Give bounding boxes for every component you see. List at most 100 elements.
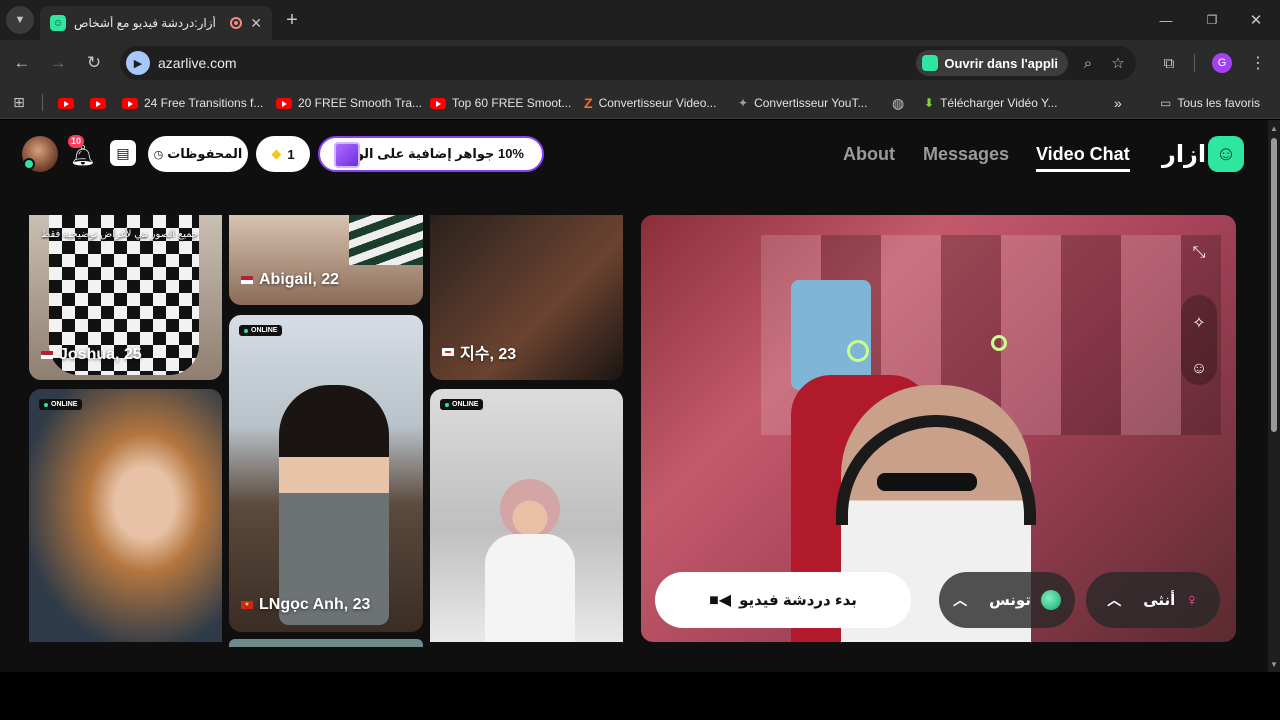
- gender-label: أنثى: [1143, 592, 1176, 609]
- bookmark-item[interactable]: ✦ Convertisseur YouT...: [738, 94, 867, 112]
- scroll-down-arrow[interactable]: ▼: [1268, 658, 1280, 670]
- youtube-icon: [90, 97, 106, 109]
- profile-card-joshua[interactable]: جميع الصور هي لأغراض توضيحية فقط Joshua,…: [29, 215, 222, 380]
- azar-app-icon: [922, 55, 939, 71]
- active-tab[interactable]: ☺ أزار:دردشة فيديو مع أشخاص ✕: [40, 6, 272, 40]
- extensions-icon[interactable]: ⧉: [1158, 52, 1180, 74]
- profile-card-jisu[interactable]: 지수, 23: [430, 215, 623, 380]
- profile-card-abigail[interactable]: Abigail, 22: [229, 215, 423, 305]
- tab-list-button[interactable]: ▼: [6, 6, 34, 34]
- disclaimer-text: جميع الصور هي لأغراض توضيحية فقط: [41, 229, 199, 240]
- profile-card-online-1[interactable]: ONLINE: [29, 389, 222, 642]
- open-in-app-label: Ouvrir dans l'appli: [944, 55, 1058, 71]
- new-tab-button[interactable]: +: [282, 8, 302, 32]
- bookmark-item[interactable]: 24 Free Transitions f...: [122, 94, 263, 112]
- online-badge: ONLINE: [440, 399, 484, 410]
- bookmark-youtube-1[interactable]: [58, 94, 80, 112]
- jersey-poster: [791, 280, 871, 390]
- notification-count-badge: 10: [68, 135, 85, 148]
- card-name: Abigail, 22: [241, 271, 339, 289]
- menu-icon[interactable]: ⋮: [1248, 52, 1268, 74]
- zoom-icon[interactable]: ⌕: [1078, 53, 1098, 73]
- reload-button[interactable]: ↻: [82, 51, 106, 75]
- online-badge: ONLINE: [39, 399, 83, 410]
- page-scrollbar[interactable]: ▲ ▼: [1268, 120, 1280, 672]
- gem-icon: ◆: [271, 146, 282, 161]
- url-text: azarlive.com: [158, 55, 237, 71]
- profile-card-peek[interactable]: [229, 639, 423, 647]
- globe-icon: ◍: [892, 94, 905, 111]
- nav-about[interactable]: About: [843, 144, 895, 165]
- browser-tab-bar: ▼ ☺ أزار:دردشة فيديو مع أشخاص ✕ + — ❐ ✕: [0, 0, 1280, 40]
- us-flag-icon: [41, 351, 53, 359]
- inbox-icon[interactable]: ▤: [110, 140, 136, 166]
- start-video-chat-label: بدء دردشة فيديو: [739, 592, 857, 609]
- youtube-icon: [122, 97, 138, 109]
- bookmark-label: 24 Free Transitions f...: [144, 96, 264, 110]
- bookmark-item[interactable]: Top 60 FREE Smoot...: [430, 94, 571, 112]
- saved-button[interactable]: ◷ المحفوظات: [148, 136, 248, 172]
- youtube-icon: [58, 97, 74, 109]
- apps-grid-icon[interactable]: ⊞: [10, 93, 28, 111]
- profile-card-ngoc-anh[interactable]: ONLINE ★ LNgọc Anh, 23: [229, 315, 423, 632]
- close-tab-icon[interactable]: ✕: [250, 15, 262, 32]
- country-filter-button[interactable]: ︿ تونس: [939, 572, 1075, 628]
- person-photo: [500, 479, 560, 539]
- youtube-icon: [276, 97, 292, 109]
- bookmark-star-icon[interactable]: ☆: [1108, 53, 1128, 73]
- ring-light-left: [847, 340, 869, 362]
- female-symbol-icon: ♀: [1185, 589, 1199, 610]
- profile-card-online-2[interactable]: ONLINE: [430, 389, 623, 642]
- restore-button[interactable]: ❐: [1202, 10, 1222, 30]
- striped-top: [349, 215, 423, 265]
- card-name: 지수, 23: [442, 340, 516, 364]
- recording-icon: [230, 17, 243, 29]
- gems-button[interactable]: ◆ 1: [256, 136, 310, 172]
- chevron-up-icon: ︿: [953, 592, 968, 608]
- folder-icon: ▭: [1160, 96, 1172, 110]
- start-video-chat-button[interactable]: ■◀ بدء دردشة فيديو: [655, 572, 911, 628]
- all-bookmarks-folder[interactable]: ▭ Tous les favoris: [1160, 94, 1260, 112]
- azar-logo-icon[interactable]: ☺: [1208, 136, 1244, 172]
- close-window-button[interactable]: ✕: [1246, 10, 1266, 30]
- magic-wand-icon[interactable]: ✧: [1187, 311, 1211, 335]
- minimize-button[interactable]: —: [1156, 10, 1176, 30]
- bookmark-youtube-2[interactable]: [90, 94, 112, 112]
- bookmark-label: Télécharger Vidéo Y...: [940, 96, 1058, 110]
- bookmark-label: Tous les favoris: [1177, 96, 1261, 110]
- bookmarks-divider: [42, 94, 43, 111]
- vn-flag-icon: ★: [241, 601, 253, 609]
- profile-avatar[interactable]: G: [1212, 53, 1232, 73]
- forward-button[interactable]: →: [46, 51, 70, 75]
- azar-logo-text[interactable]: ازار: [1162, 140, 1206, 169]
- gems-count: 1: [287, 146, 295, 162]
- youtube-icon: [430, 97, 446, 109]
- bookmark-item[interactable]: 20 FREE Smooth Tra...: [276, 94, 422, 112]
- open-in-app-button[interactable]: Ouvrir dans l'appli: [916, 50, 1068, 76]
- nav-messages[interactable]: Messages: [923, 144, 1009, 165]
- card-name: ★ LNgọc Anh, 23: [241, 596, 370, 614]
- exit-fullscreen-icon[interactable]: ⤡: [1187, 241, 1211, 265]
- scrollbar-thumb[interactable]: [1271, 138, 1277, 432]
- more-bookmarks-icon[interactable]: »: [1114, 94, 1122, 112]
- bookmark-item[interactable]: Z Convertisseur Video...: [584, 94, 716, 112]
- gift-box-icon: [334, 142, 360, 168]
- back-button[interactable]: ←: [10, 51, 34, 75]
- bookmark-item[interactable]: ⬇ Télécharger Vidéo Y...: [924, 94, 1057, 112]
- bookmark-label: 20 FREE Smooth Tra...: [298, 96, 423, 110]
- converter-icon: ✦: [738, 96, 749, 110]
- bottom-area: [0, 672, 1280, 720]
- azar-favicon: ☺: [50, 15, 66, 31]
- address-bar[interactable]: ▶ azarlive.com Ouvrir dans l'appli ⌕ ☆: [120, 46, 1136, 80]
- browser-toolbar: ← → ↻ ▶ azarlive.com Ouvrir dans l'appli…: [0, 40, 1280, 86]
- azar-page: 🔔︎ 10 ▤ ◷ المحفوظات ◆ 1 10% جواهر إضافية…: [0, 120, 1268, 672]
- bookmark-globe[interactable]: ◍: [892, 94, 904, 112]
- site-info-icon[interactable]: ▶: [126, 51, 150, 75]
- gender-filter-button[interactable]: ︿ أنثى ♀: [1086, 572, 1220, 628]
- saved-label: المحفوظات: [167, 146, 243, 161]
- nav-video-chat[interactable]: Video Chat: [1036, 144, 1130, 172]
- emoji-face-icon[interactable]: ☺: [1187, 357, 1211, 381]
- scroll-up-arrow[interactable]: ▲: [1268, 122, 1280, 134]
- white-coat: [485, 534, 575, 642]
- video-camera-icon: ■◀: [709, 592, 732, 609]
